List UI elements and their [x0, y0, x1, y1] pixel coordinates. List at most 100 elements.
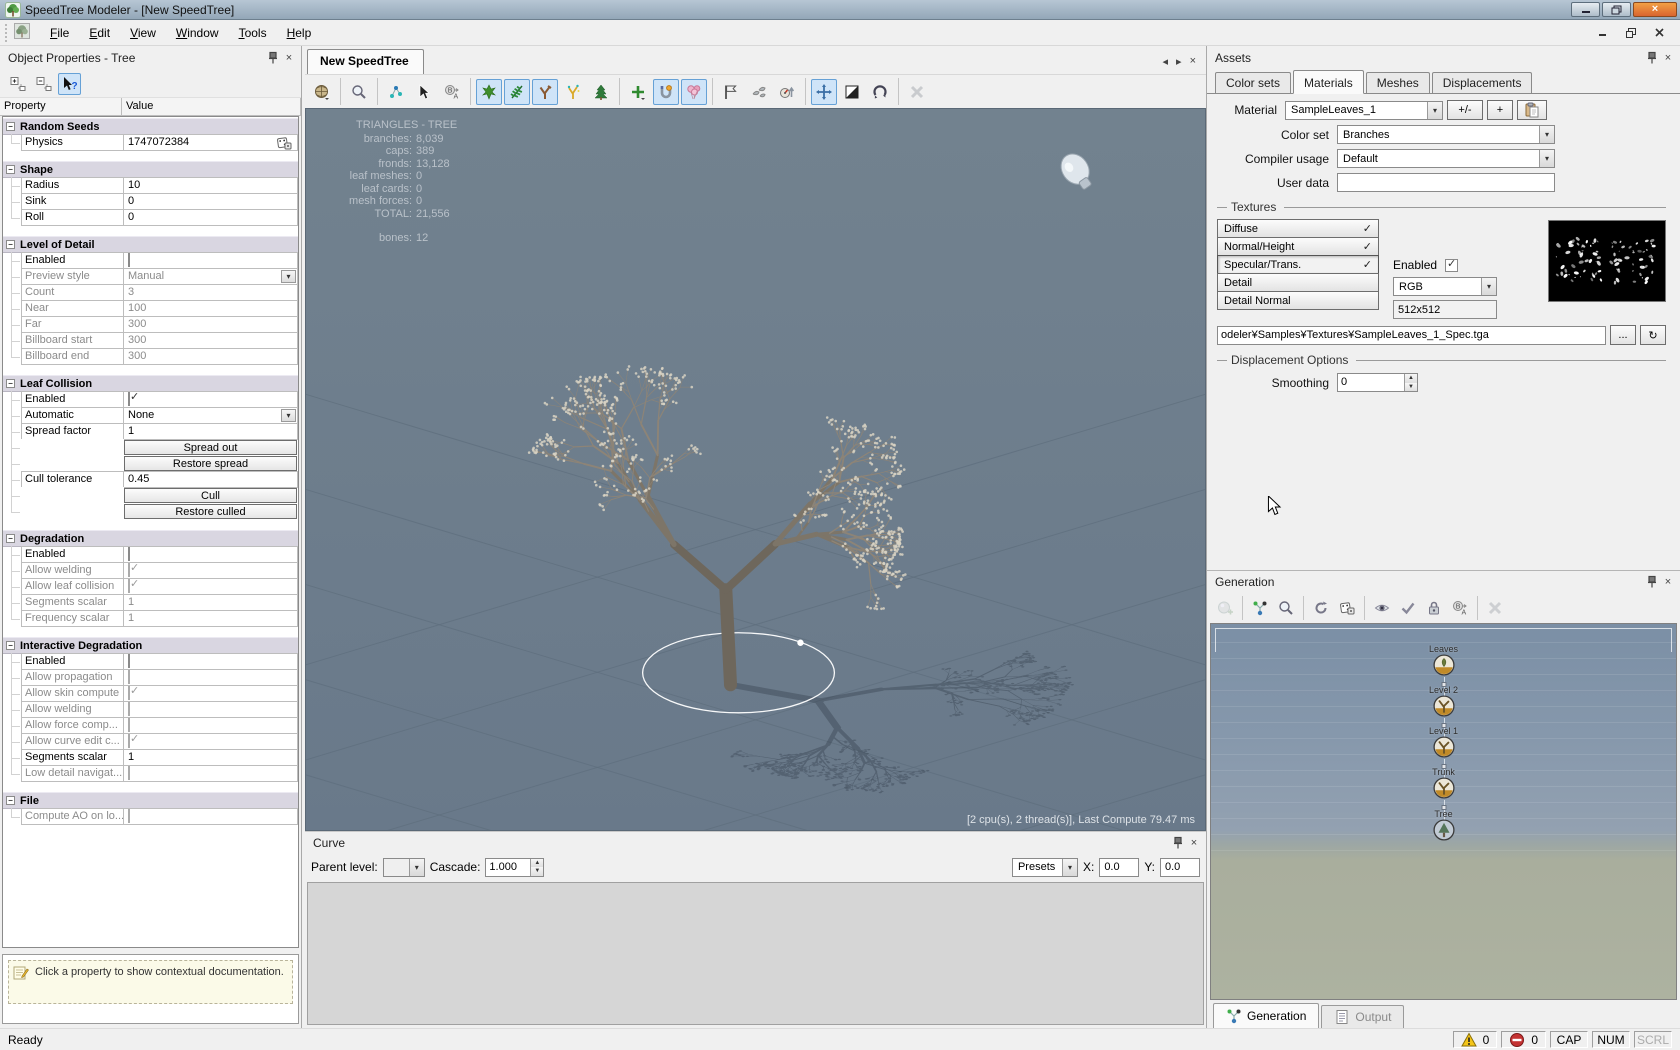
section-header[interactable]: −Level of Detail	[3, 236, 298, 253]
move-tool-icon[interactable]	[811, 79, 837, 105]
property-value[interactable]: 1	[124, 749, 298, 766]
generator-node-leaves[interactable]: Leaves	[1414, 644, 1474, 676]
property-column-header[interactable]: Property	[0, 98, 122, 115]
browse-button[interactable]: ...	[1610, 325, 1636, 345]
zoom-tool-icon[interactable]	[346, 79, 372, 105]
property-value[interactable]: 0	[124, 193, 298, 210]
flag-tool-icon[interactable]	[718, 79, 744, 105]
texture-slot-specular-trans-[interactable]: Specular/Trans.✓	[1217, 255, 1379, 274]
camera-view-icon[interactable]	[309, 79, 335, 105]
property-value[interactable]: 0	[124, 209, 298, 226]
property-value[interactable]: Manual▾	[124, 268, 298, 285]
tab-prev-icon[interactable]: ◂	[1163, 55, 1169, 68]
texture-slot-diffuse[interactable]: Diffuse✓	[1217, 219, 1379, 238]
property-label[interactable]: Roll	[21, 209, 124, 226]
material-select[interactable]: SampleLeaves_1▾	[1285, 101, 1443, 120]
property-value[interactable]: 0.45	[124, 471, 298, 488]
property-label[interactable]: Segments scalar	[21, 594, 124, 611]
property-label[interactable]: Cull tolerance	[21, 471, 124, 488]
property-label[interactable]: Billboard end	[21, 348, 124, 365]
texture-slot-detail-normal[interactable]: Detail Normal	[1217, 291, 1379, 310]
section-header[interactable]: −Shape	[3, 161, 298, 178]
property-label[interactable]: Sink	[21, 193, 124, 210]
viewport-3d[interactable]: TRIANGLES - TREEbranches:8,039caps:389fr…	[305, 108, 1206, 831]
tab-meshes[interactable]: Meshes	[1366, 72, 1430, 93]
parent-level-select[interactable]: ▾	[383, 858, 425, 877]
error-counter[interactable]: 0	[1501, 1031, 1546, 1048]
curve-editor-canvas[interactable]	[307, 882, 1204, 1025]
select-tool-icon[interactable]	[411, 79, 437, 105]
section-header[interactable]: −Interactive Degradation	[3, 637, 298, 654]
property-label[interactable]: Allow propagation	[21, 669, 124, 686]
dock-tab-output[interactable]: Output	[1321, 1005, 1404, 1028]
generator-node-level-2[interactable]: Level 2	[1414, 685, 1474, 717]
checkbox[interactable]	[128, 547, 130, 561]
property-value[interactable]: 1	[124, 423, 298, 440]
whats-this-icon[interactable]: ?	[58, 73, 81, 95]
property-label[interactable]: Enabled	[21, 252, 124, 269]
property-label[interactable]: Automatic	[21, 407, 124, 424]
collapse-section-icon[interactable]: −	[6, 240, 15, 249]
menu-view[interactable]: View	[120, 22, 166, 44]
user-data-field[interactable]	[1337, 173, 1555, 192]
collapse-section-icon[interactable]: −	[6, 165, 15, 174]
channel-select[interactable]: RGB▾	[1393, 277, 1497, 296]
menu-file[interactable]: File	[40, 22, 79, 44]
tab-displacements[interactable]: Displacements	[1432, 72, 1533, 93]
menu-edit[interactable]: Edit	[79, 22, 120, 44]
property-label[interactable]: Compute AO on lo...	[21, 808, 124, 825]
cull-button[interactable]: Cull	[124, 488, 297, 503]
spread-out-button[interactable]: Spread out	[124, 440, 297, 455]
mdi-minimize-button[interactable]	[1594, 26, 1612, 40]
property-value[interactable]: 300	[124, 332, 298, 349]
texture-slot-normal-height[interactable]: Normal/Height✓	[1217, 237, 1379, 256]
scale-tool-icon[interactable]	[839, 79, 865, 105]
collapse-section-icon[interactable]: −	[6, 122, 15, 131]
node-edit-tool-icon[interactable]	[383, 79, 409, 105]
property-label[interactable]: Segments scalar	[21, 749, 124, 766]
dock-tab-generation[interactable]: Generation	[1213, 1003, 1319, 1028]
property-value[interactable]: None▾	[124, 407, 298, 424]
property-value[interactable]: 10	[124, 177, 298, 194]
rotate-tool-icon[interactable]	[867, 79, 893, 105]
collapse-section-icon[interactable]: −	[6, 641, 15, 650]
section-header[interactable]: −Degradation	[3, 530, 298, 547]
property-label[interactable]: Allow leaf collision	[21, 578, 124, 595]
pin-icon[interactable]	[1644, 50, 1660, 66]
collapse-section-icon[interactable]: −	[6, 796, 15, 805]
document-tab-new-speedtree[interactable]: New SpeedTree	[307, 49, 424, 74]
expand-all-icon[interactable]	[6, 73, 29, 95]
property-label[interactable]: Allow force comp...	[21, 717, 124, 734]
compiler-usage-select[interactable]: Default▾	[1337, 149, 1555, 168]
property-value[interactable]: 100	[124, 300, 298, 317]
section-header[interactable]: −Random Seeds	[3, 118, 298, 135]
gravity-tool-icon[interactable]	[774, 79, 800, 105]
property-value[interactable]: 300	[124, 348, 298, 365]
menu-help[interactable]: Help	[277, 22, 322, 44]
property-label[interactable]	[21, 487, 124, 504]
add-item-icon[interactable]	[625, 79, 651, 105]
rename-tool-icon[interactable]: BA	[439, 79, 465, 105]
dice-icon[interactable]	[272, 135, 296, 150]
color-set-select[interactable]: Branches▾	[1337, 125, 1555, 144]
pin-icon[interactable]	[1170, 835, 1186, 851]
rename-node-icon[interactable]: BA	[1448, 596, 1472, 620]
property-label[interactable]: Far	[21, 316, 124, 333]
property-label[interactable]: Count	[21, 284, 124, 301]
wind-tool-icon[interactable]	[746, 79, 772, 105]
pin-icon[interactable]	[1644, 574, 1660, 590]
checkbox[interactable]	[128, 253, 130, 267]
menu-window[interactable]: Window	[166, 22, 229, 44]
section-header[interactable]: −File	[3, 792, 298, 809]
menu-tools[interactable]: Tools	[229, 22, 277, 44]
material-add-remove-button[interactable]: +/-	[1447, 100, 1483, 120]
property-label[interactable]: Allow skin compute	[21, 685, 124, 702]
tab-color-sets[interactable]: Color sets	[1215, 72, 1291, 93]
lock-node-icon[interactable]	[1422, 596, 1446, 620]
presets-select[interactable]: Presets▾	[1012, 858, 1078, 877]
texture-slot-detail[interactable]: Detail	[1217, 273, 1379, 292]
smoothing-stepper[interactable]: 0 ▲▼	[1337, 373, 1418, 392]
property-label[interactable]: Spread factor	[21, 423, 124, 440]
property-label[interactable]	[21, 503, 124, 520]
texture-enabled-checkbox[interactable]	[1445, 259, 1458, 272]
